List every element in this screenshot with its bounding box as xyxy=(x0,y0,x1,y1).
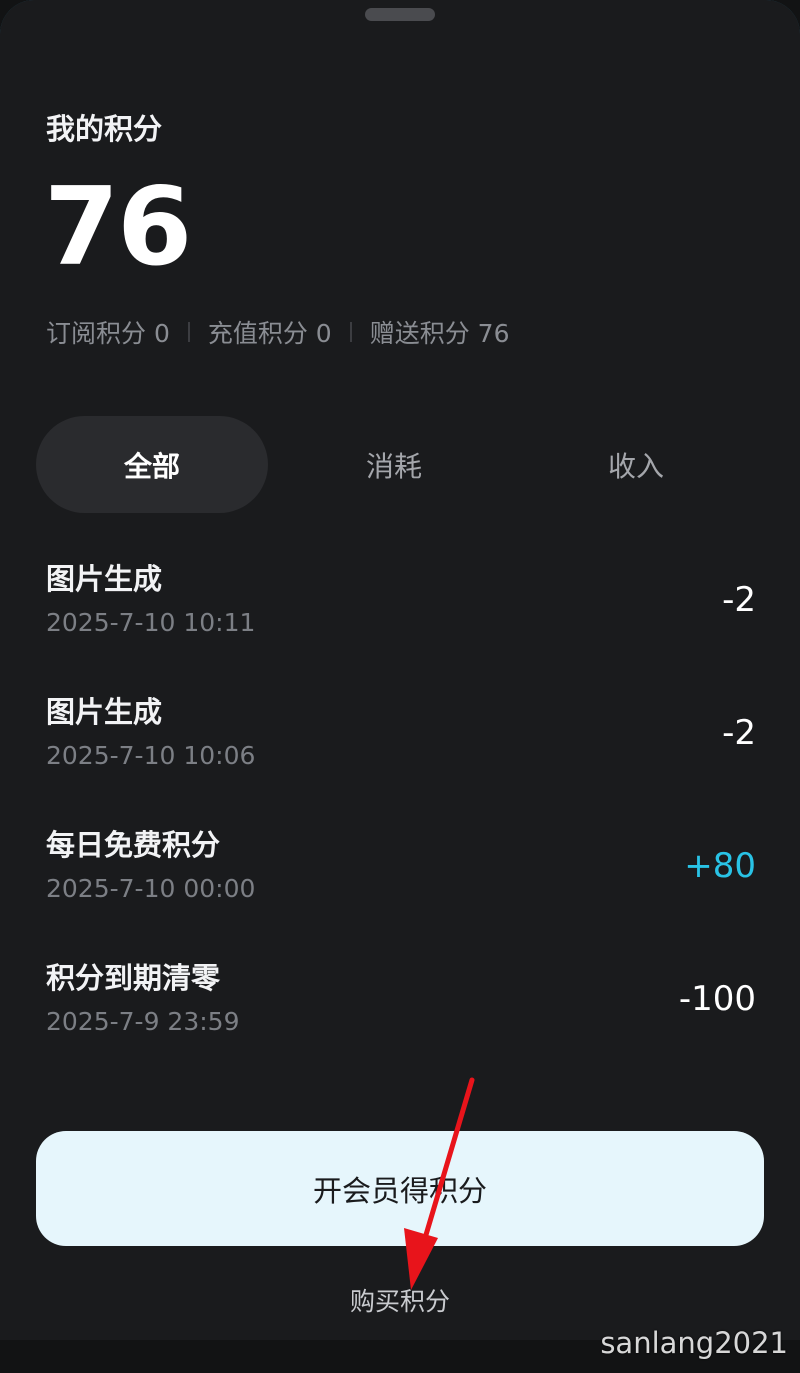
record-amount: -2 xyxy=(722,580,756,620)
list-item[interactable]: 积分到期清零 2025-7-9 23:59 -100 xyxy=(46,955,756,1088)
record-time: 2025-7-10 10:11 xyxy=(46,608,256,637)
subscription-points: 订阅积分 0 xyxy=(46,319,170,348)
record-time: 2025-7-10 10:06 xyxy=(46,741,256,770)
gift-points: 赠送积分 76 xyxy=(369,319,510,348)
record-name: 图片生成 xyxy=(46,695,163,729)
filter-tabs: 全部 消耗 收入 xyxy=(36,416,764,513)
record-time: 2025-7-10 00:00 xyxy=(46,874,256,903)
record-name: 每日免费积分 xyxy=(46,828,221,862)
list-item[interactable]: 图片生成 2025-7-10 10:11 -2 xyxy=(46,556,756,689)
record-name: 图片生成 xyxy=(46,562,163,596)
drag-handle[interactable] xyxy=(365,8,435,21)
tab-consumption[interactable]: 消耗 xyxy=(278,416,510,513)
page-title: 我的积分 xyxy=(46,112,163,146)
join-membership-button[interactable]: 开会员得积分 xyxy=(36,1131,764,1246)
divider xyxy=(187,322,190,342)
record-amount: -100 xyxy=(678,979,756,1019)
record-amount: -2 xyxy=(722,713,756,753)
record-time: 2025-7-9 23:59 xyxy=(46,1007,240,1036)
total-points-value: 76 xyxy=(44,165,192,290)
recharge-points: 充值积分 0 xyxy=(207,319,332,348)
watermark-text: sanlang2021 xyxy=(600,1326,788,1360)
divider xyxy=(349,322,352,342)
record-amount: +80 xyxy=(684,846,756,886)
tab-all[interactable]: 全部 xyxy=(36,416,268,513)
record-name: 积分到期清零 xyxy=(46,961,221,995)
buy-points-link[interactable]: 购买积分 xyxy=(0,1282,800,1318)
list-item[interactable]: 图片生成 2025-7-10 10:06 -2 xyxy=(46,689,756,822)
list-item[interactable]: 每日免费积分 2025-7-10 00:00 +80 xyxy=(46,822,756,955)
points-record-list: 图片生成 2025-7-10 10:11 -2 图片生成 2025-7-10 1… xyxy=(46,556,756,1088)
tab-income[interactable]: 收入 xyxy=(520,416,752,513)
points-breakdown: 订阅积分 0 充值积分 0 赠送积分 76 xyxy=(46,314,509,350)
